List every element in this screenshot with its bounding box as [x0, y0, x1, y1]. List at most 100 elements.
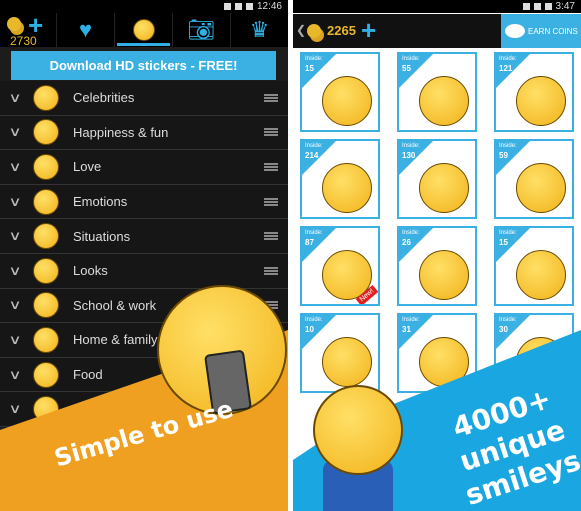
sticker-pack-tile[interactable]: Inside: 26 [397, 226, 477, 306]
chevron-down-icon[interactable]: ∨ [0, 367, 36, 383]
heart-icon: ♥ [78, 17, 93, 42]
status-time: 12:46 [256, 1, 282, 12]
chevron-down-icon[interactable]: ∨ [0, 401, 36, 417]
right-screen: 3:47 ❮ 2265 + EARN COINS Inside: 15 Inside… [293, 0, 581, 511]
category-row[interactable]: ∨ Happiness & fun [0, 115, 288, 151]
pack-count: 214 [305, 151, 319, 160]
pack-grid: Inside: 15 Inside: 55 Inside: 121 Inside: 214 In… [300, 52, 574, 393]
chevron-down-icon[interactable]: ∨ [0, 332, 36, 348]
inside-label: Inside: [402, 56, 420, 62]
category-label: Looks [73, 263, 108, 279]
plus-icon: + [28, 10, 44, 40]
category-row[interactable]: ∨ Love [0, 150, 288, 185]
tab-camera[interactable]: 📷︎ [172, 13, 230, 47]
coin-count: 2730 [10, 34, 37, 48]
pack-count: 59 [499, 151, 508, 160]
back-icon[interactable]: ❮ [296, 23, 306, 37]
header-bar: ❮ 2265 + EARN COINS [293, 14, 581, 48]
earn-coins-label: EARN COINS [528, 26, 578, 36]
battery-icon [544, 2, 552, 10]
tab-smileys[interactable] [114, 13, 172, 47]
pack-count: 10 [305, 325, 314, 334]
chevron-down-icon[interactable]: ∨ [0, 297, 36, 313]
category-icon [33, 223, 59, 250]
inside-label: Inside: [305, 230, 323, 236]
inside-label: Inside: [499, 230, 517, 236]
drag-handle-icon[interactable] [264, 266, 278, 275]
sticker-pack-tile[interactable]: Inside: 15 [494, 226, 574, 306]
category-icon [33, 257, 59, 284]
tab-bar: + 2730 ♥ 📷︎ ♛ [0, 10, 288, 48]
chevron-down-icon[interactable]: ∨ [0, 159, 36, 175]
pack-thumbnail [419, 250, 469, 300]
signal-icon [533, 2, 541, 10]
status-bar: 12:46 [0, 0, 288, 13]
add-coins-button[interactable]: + [361, 17, 376, 43]
category-icon [33, 361, 59, 388]
sticker-pack-tile[interactable]: Inside: 130 [397, 139, 477, 219]
tab-favorites[interactable]: ♥ [56, 13, 114, 47]
category-label: Emotions [73, 194, 128, 210]
coins-icon [7, 17, 21, 31]
status-bar: 3:47 [293, 0, 581, 13]
pack-thumbnail [419, 163, 469, 213]
earn-coins-button[interactable]: EARN COINS [501, 14, 581, 48]
drag-handle-icon[interactable] [264, 197, 278, 206]
chevron-down-icon[interactable]: ∨ [0, 194, 36, 210]
drag-handle-icon[interactable] [264, 128, 278, 137]
sticker-pack-tile[interactable]: Inside: 214 [300, 139, 380, 219]
pack-count: 15 [305, 64, 314, 73]
category-row[interactable]: ∨ Celebrities [0, 81, 288, 116]
pack-count: 15 [499, 238, 508, 247]
pack-thumbnail [516, 250, 566, 300]
inside-label: Inside: [402, 143, 420, 149]
inside-label: Inside: [305, 143, 323, 149]
coins-button[interactable]: + 2730 [0, 10, 56, 48]
pack-count: 55 [402, 64, 411, 73]
category-row[interactable]: ∨ Emotions [0, 184, 288, 220]
pack-count: 30 [499, 325, 508, 334]
drag-handle-icon[interactable] [264, 232, 278, 241]
sticker-pack-tile[interactable]: Inside: 55 [397, 52, 477, 132]
category-label: Situations [73, 228, 131, 244]
status-time: 3:47 [555, 1, 575, 12]
pack-count: 26 [402, 238, 411, 247]
chevron-down-icon[interactable]: ∨ [0, 90, 36, 106]
category-row[interactable]: ∨ Situations [0, 219, 288, 254]
inside-label: Inside: [305, 56, 323, 62]
wifi-icon [223, 2, 231, 10]
category-icon [33, 326, 59, 353]
inside-label: Inside: [499, 56, 517, 62]
crown-icon: ♛ [249, 17, 270, 42]
sticker-pack-tile[interactable]: Inside: 15 [300, 52, 380, 132]
wifi-icon [522, 2, 530, 10]
coin-count: 2265 [327, 23, 356, 38]
smiley-icon [132, 19, 155, 41]
category-label: Love [73, 159, 102, 175]
signal-icon [234, 2, 242, 10]
sticker-pack-tile[interactable]: Inside: 59 [494, 139, 574, 219]
tab-premium[interactable]: ♛ [230, 13, 288, 47]
battery-icon [245, 2, 253, 10]
sticker-pack-tile[interactable]: Inside: 121 [494, 52, 574, 132]
inside-label: Inside: [402, 230, 420, 236]
download-hd-stickers-button[interactable]: Download HD stickers - FREE! [11, 51, 276, 80]
pack-thumbnail [419, 76, 469, 126]
chevron-down-icon[interactable]: ∨ [0, 263, 36, 279]
pack-count: 31 [402, 325, 411, 334]
drag-handle-icon[interactable] [264, 93, 278, 102]
inside-label: Inside: [499, 143, 517, 149]
pack-thumbnail [322, 76, 372, 126]
category-label: Celebrities [73, 90, 135, 106]
piggy-bank-icon [505, 24, 525, 38]
sticker-pack-tile[interactable]: Inside: 87 New! [300, 226, 380, 306]
inside-label: Inside: [305, 317, 323, 323]
chevron-down-icon[interactable]: ∨ [0, 124, 36, 140]
category-icon [33, 153, 59, 180]
sticker-pack-tile[interactable]: Inside: 10 [300, 313, 380, 393]
category-row[interactable]: ∨ Looks [0, 253, 288, 289]
pack-count: 121 [499, 64, 513, 73]
chevron-down-icon[interactable]: ∨ [0, 228, 36, 244]
drag-handle-icon[interactable] [264, 162, 278, 171]
pack-thumbnail [322, 337, 372, 387]
